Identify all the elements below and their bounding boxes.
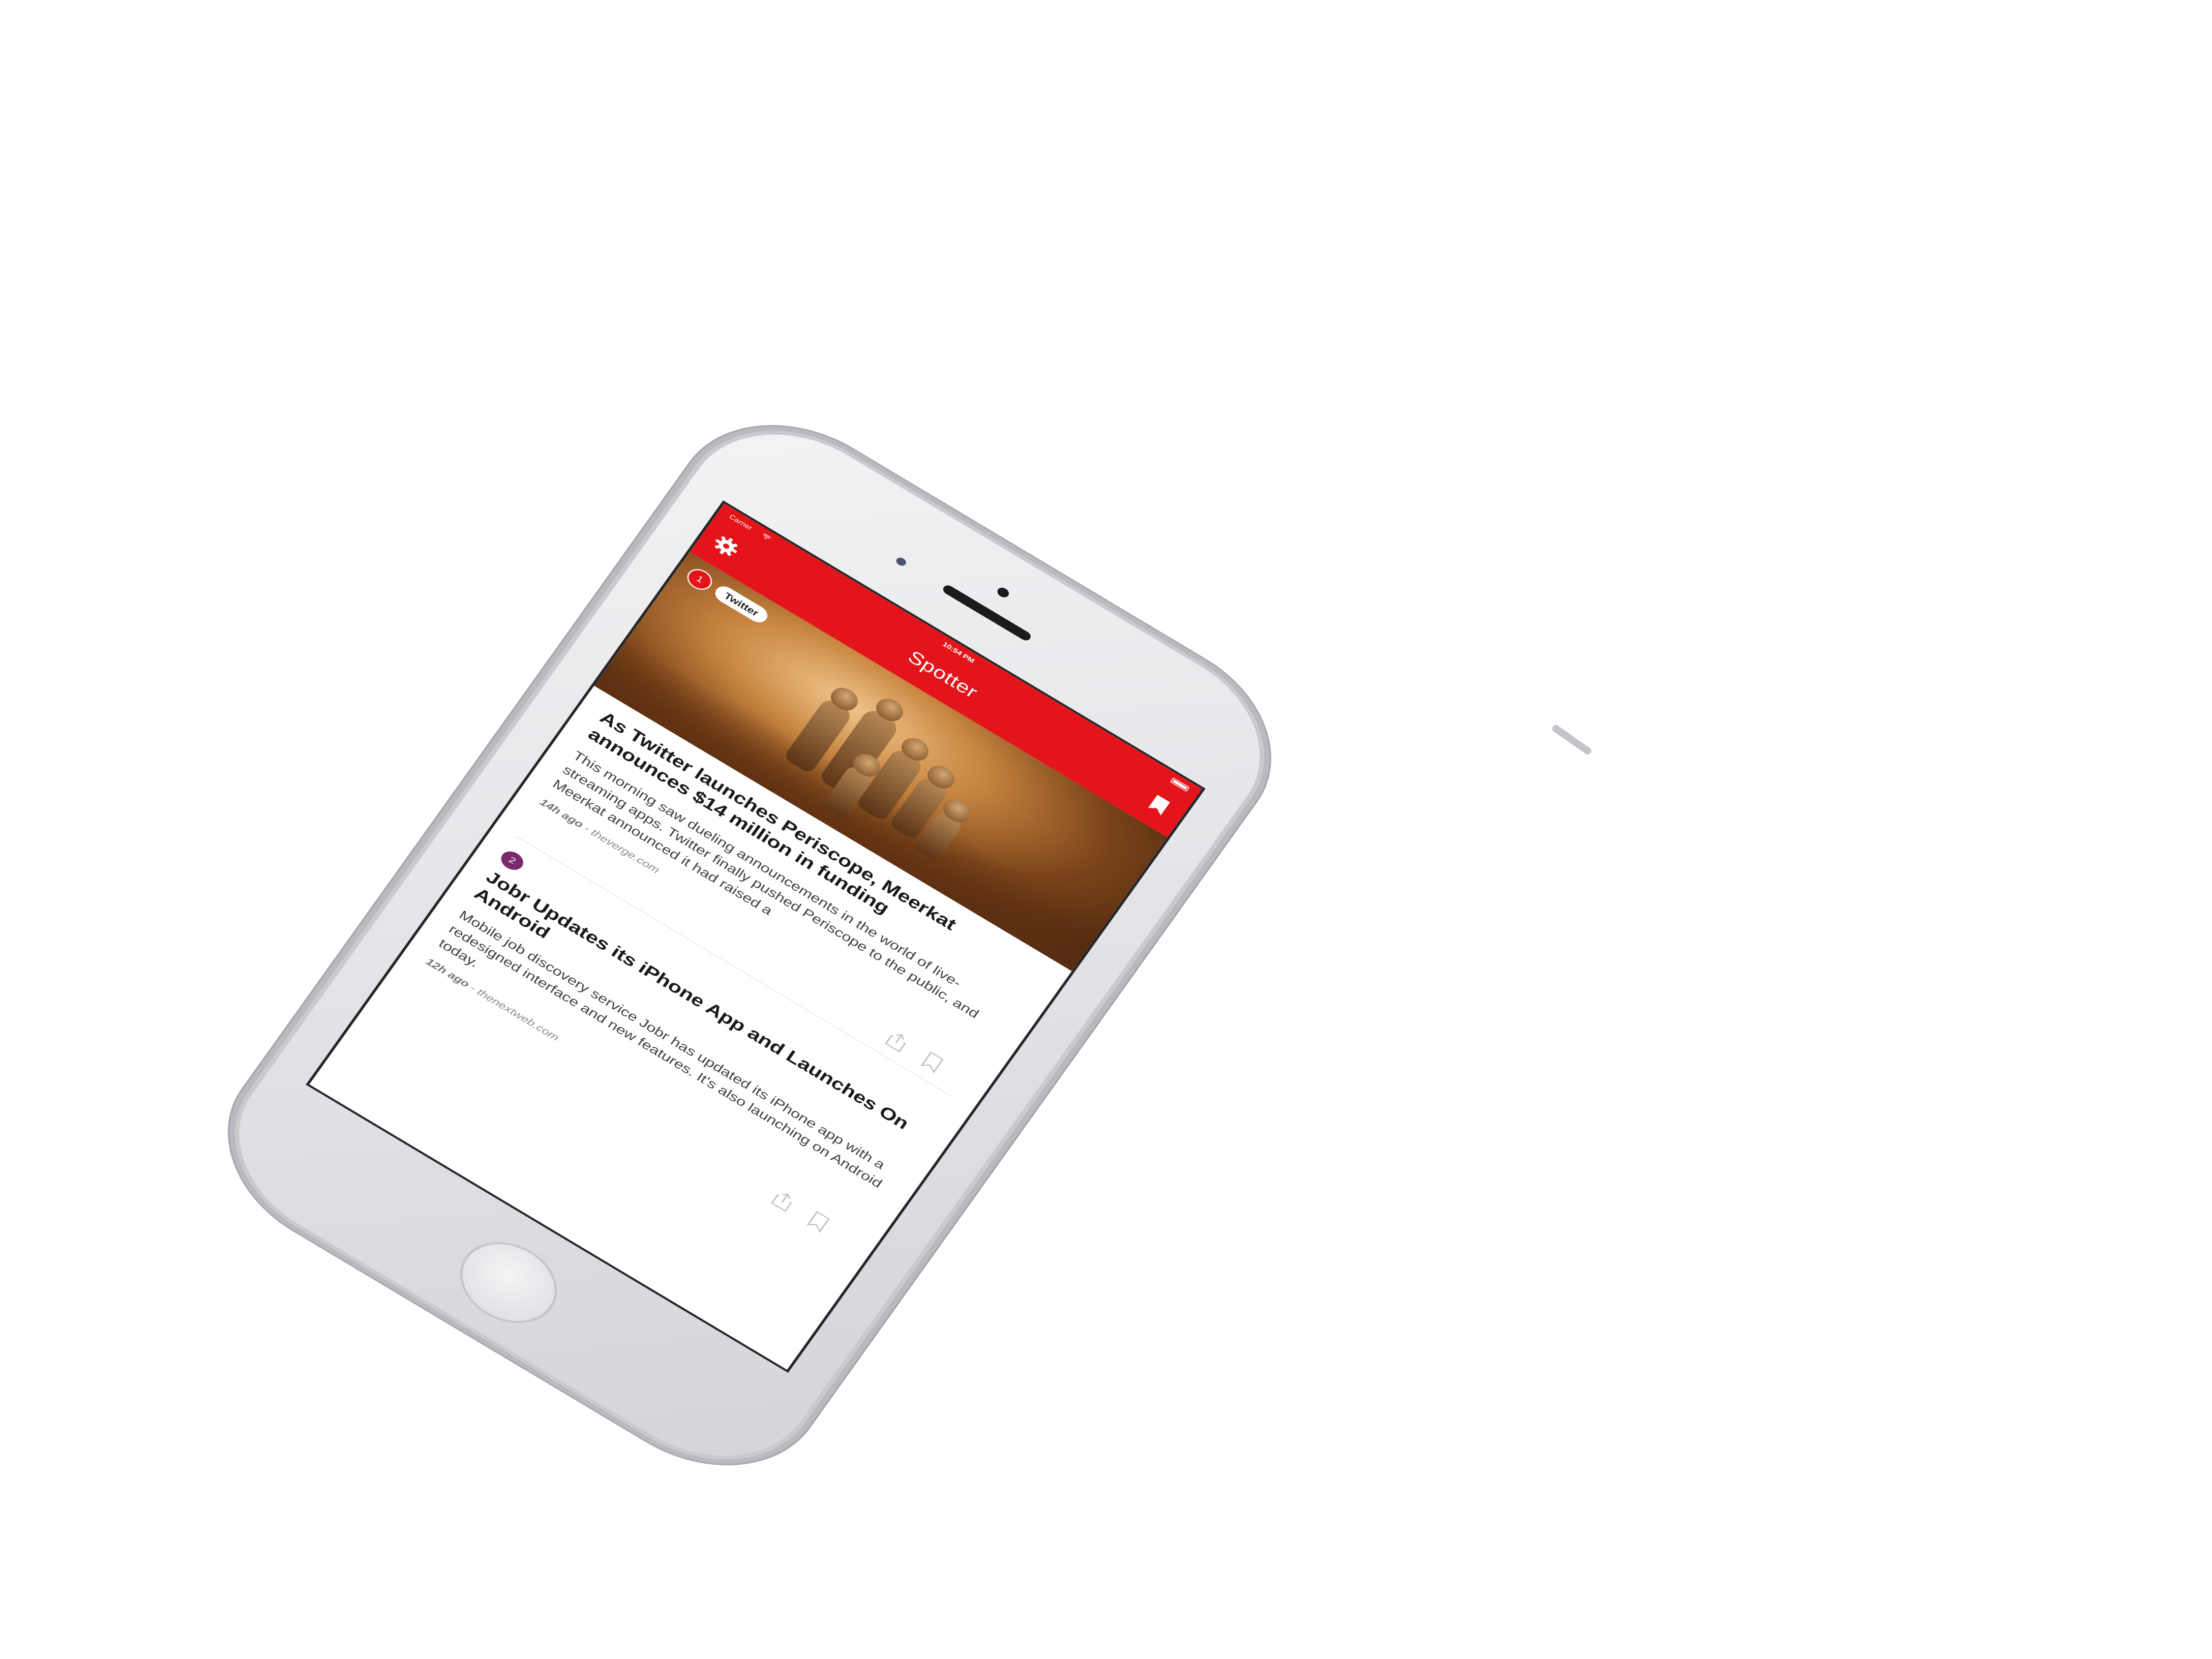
product-scene: Carrier 10:54 PM Spotter 1 Twitter As Tw…	[0, 0, 2212, 1659]
news-feed[interactable]: 1 Twitter As Twitter launches Periscope,…	[385, 552, 1168, 1264]
share-icon[interactable]	[883, 1029, 910, 1053]
app-screen: Carrier 10:54 PM Spotter 1 Twitter As Tw…	[309, 503, 1202, 1370]
share-icon[interactable]	[769, 1189, 796, 1213]
bookmark-outline-icon[interactable]	[919, 1050, 946, 1074]
earpiece-speaker	[941, 583, 1033, 643]
iphone-device: Carrier 10:54 PM Spotter 1 Twitter As Tw…	[201, 397, 1298, 1493]
rank-badge: 1	[684, 566, 715, 593]
power-button	[1551, 723, 1593, 756]
proximity-sensor	[894, 556, 908, 567]
front-camera	[995, 586, 1011, 599]
home-button[interactable]	[443, 1225, 574, 1340]
bookmark-outline-icon[interactable]	[805, 1210, 832, 1234]
rank-badge: 2	[497, 848, 527, 874]
